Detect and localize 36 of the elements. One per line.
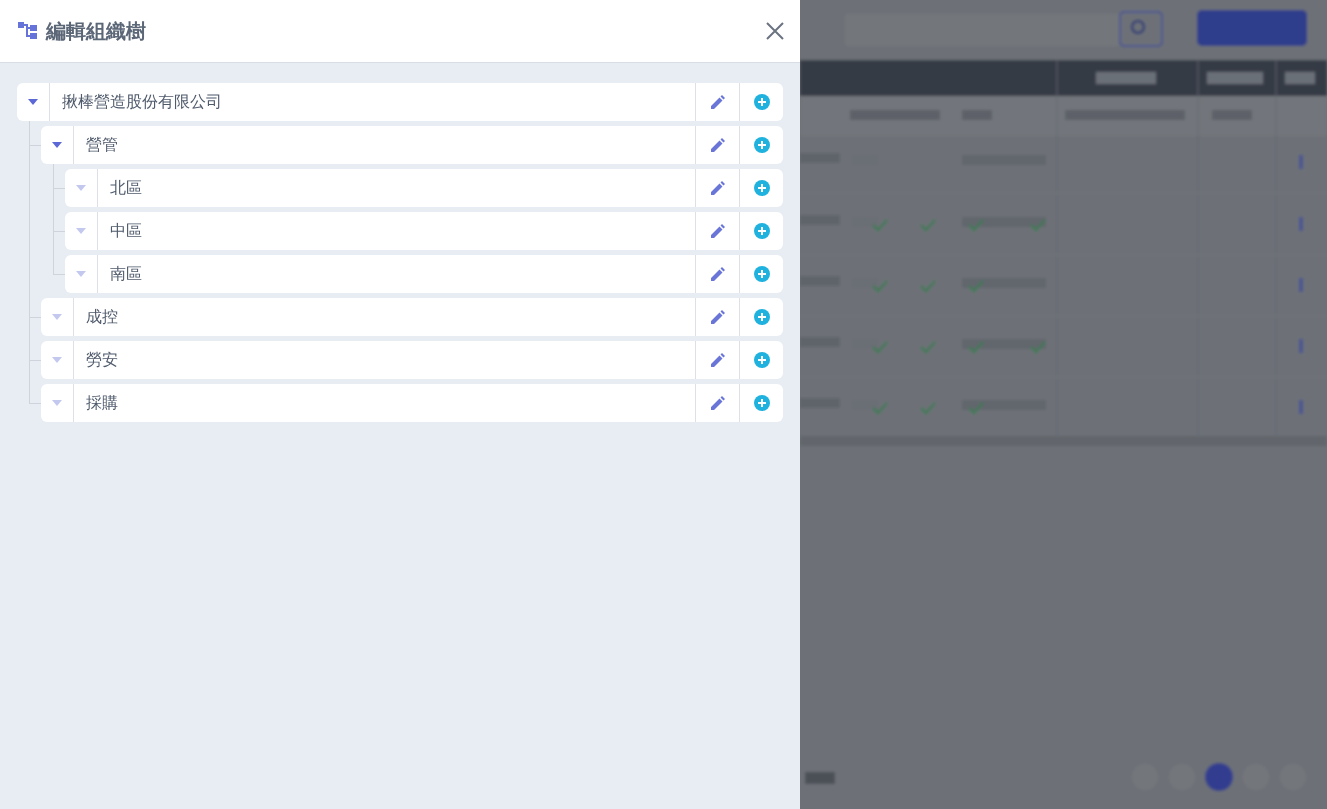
pencil-icon bbox=[710, 95, 725, 109]
caret-down-icon bbox=[52, 400, 62, 406]
caret-down-icon bbox=[76, 228, 86, 234]
plus-circle-icon bbox=[753, 352, 770, 368]
node-name: 採購 bbox=[85, 392, 119, 413]
plus-circle-icon bbox=[753, 309, 770, 325]
caret-down-icon bbox=[52, 142, 62, 148]
plus-circle-icon bbox=[753, 266, 770, 282]
caret-down-icon bbox=[76, 185, 86, 191]
plus-circle-icon bbox=[753, 180, 770, 196]
node-name: 揪棒營造股份有限公司 bbox=[61, 91, 223, 112]
node-name: 成控 bbox=[85, 306, 119, 327]
pencil-icon bbox=[710, 224, 725, 238]
pencil-icon bbox=[710, 138, 725, 152]
pencil-icon bbox=[710, 353, 725, 367]
close-button[interactable] bbox=[764, 20, 786, 42]
pencil-icon bbox=[710, 310, 725, 324]
node-name: 中區 bbox=[109, 220, 143, 241]
pencil-icon bbox=[710, 267, 725, 281]
node-name: 勞安 bbox=[85, 349, 119, 370]
caret-down-icon bbox=[76, 271, 86, 277]
caret-down-icon bbox=[52, 357, 62, 363]
plus-circle-icon bbox=[753, 223, 770, 239]
tree-structure-icon bbox=[18, 22, 38, 40]
plus-circle-icon bbox=[753, 137, 770, 153]
caret-down-icon bbox=[52, 314, 62, 320]
pencil-icon bbox=[710, 181, 725, 195]
close-icon bbox=[764, 20, 786, 42]
node-name: 南區 bbox=[109, 263, 143, 284]
node-name: 北區 bbox=[109, 177, 143, 198]
plus-circle-icon bbox=[753, 94, 770, 110]
caret-down-icon bbox=[28, 99, 38, 105]
pencil-icon bbox=[710, 396, 725, 410]
dialog-title: 編輯組織樹 bbox=[46, 18, 147, 44]
plus-circle-icon bbox=[753, 395, 770, 411]
node-name: 營管 bbox=[85, 134, 119, 155]
